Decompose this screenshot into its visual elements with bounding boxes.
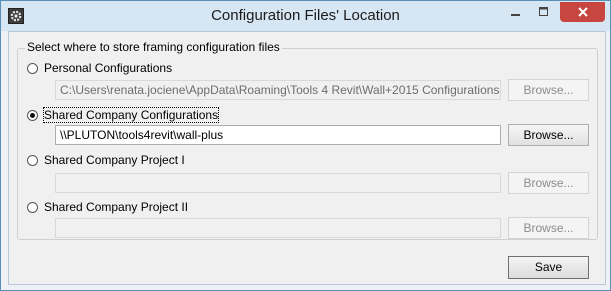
radio-label: Shared Company Configurations — [42, 107, 220, 123]
dialog-content: Select where to store framing configurat… — [8, 31, 606, 285]
title-bar[interactable]: Configuration Files' Location — [1, 1, 610, 31]
radio-button[interactable] — [27, 62, 38, 74]
radio-label: Shared Company Project I — [44, 153, 185, 167]
option-personal-configurations[interactable]: Personal Configurations — [27, 61, 172, 75]
radio-label: Shared Company Project II — [44, 200, 189, 214]
option-shared-company-project-1[interactable]: Shared Company Project I — [27, 153, 185, 167]
radio-button[interactable] — [27, 154, 38, 166]
minimize-icon — [511, 14, 520, 16]
personal-browse-button[interactable]: Browse... — [508, 79, 589, 101]
radio-button[interactable] — [27, 201, 38, 213]
radio-label: Personal Configurations — [44, 61, 173, 75]
project-2-path-field[interactable] — [55, 218, 501, 238]
project-1-browse-button[interactable]: Browse... — [508, 172, 589, 194]
minimize-button[interactable] — [503, 2, 529, 22]
project-2-browse-button[interactable]: Browse... — [508, 217, 589, 239]
save-button[interactable]: Save — [508, 256, 589, 279]
maximize-icon — [539, 7, 548, 16]
configuration-dialog: Configuration Files' Location Select whe… — [0, 0, 611, 291]
shared-company-browse-button[interactable]: Browse... — [508, 124, 589, 146]
close-icon — [577, 7, 588, 17]
option-shared-company-project-2[interactable]: Shared Company Project II — [27, 200, 188, 214]
personal-path-field[interactable]: C:\Users\renata.jociene\AppData\Roaming\… — [55, 80, 501, 100]
group-title: Select where to store framing configurat… — [25, 40, 282, 54]
radio-button-selected[interactable] — [27, 109, 38, 121]
maximize-button[interactable] — [531, 2, 557, 22]
project-1-path-field[interactable] — [55, 173, 501, 193]
close-button[interactable] — [560, 2, 605, 22]
shared-company-path-field[interactable]: \\PLUTON\tools4revit\wall-plus — [55, 125, 501, 145]
option-shared-company-configurations[interactable]: Shared Company Configurations — [27, 107, 220, 123]
